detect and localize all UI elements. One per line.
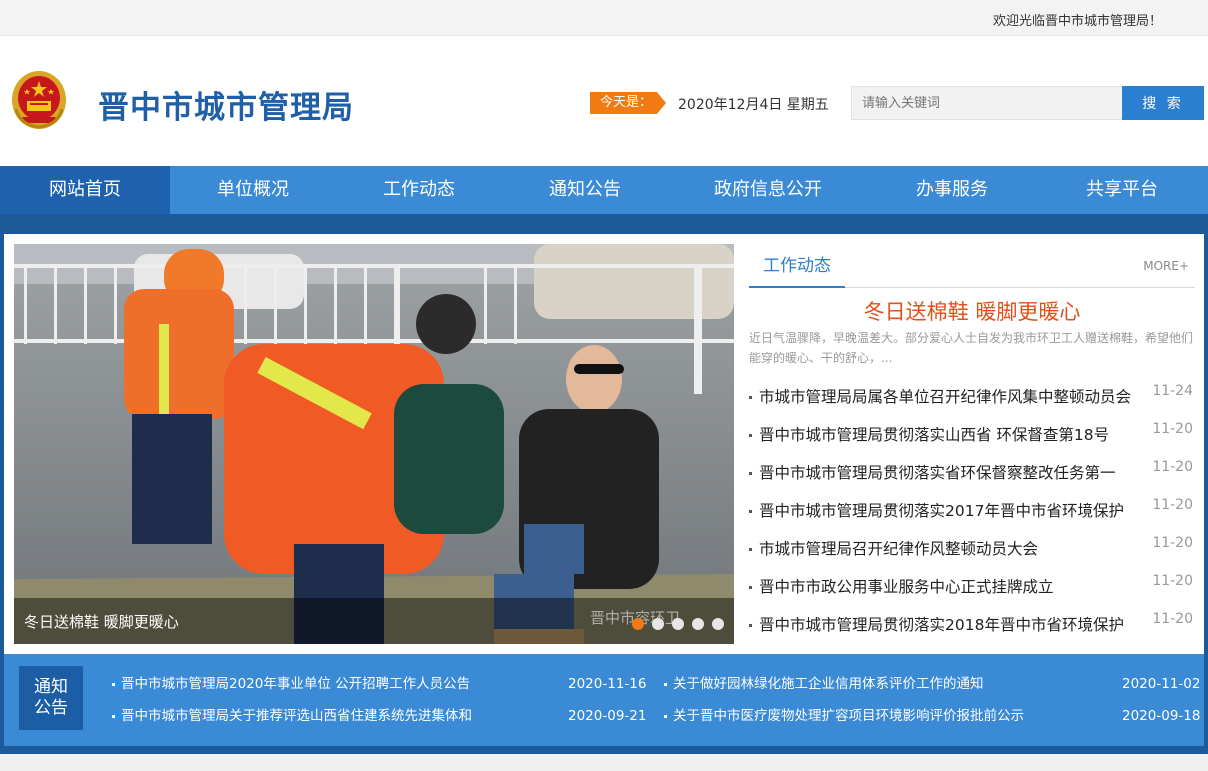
news-date: 11-20 (1152, 459, 1193, 475)
nav-item-overview[interactable]: 单位概况 (170, 166, 336, 214)
nav-band (0, 214, 1208, 234)
news-title[interactable]: 晋中市市政公用事业服务中心正式挂牌成立 (759, 568, 1054, 606)
nav-item-gov-info[interactable]: 政府信息公开 (668, 166, 868, 214)
current-date: 2020年12月4日 星期五 (678, 97, 829, 113)
welcome-text: 欢迎光临晋中市城市管理局！ (992, 14, 1162, 29)
notice-title[interactable]: 关于做好园林绿化施工企业信用体系评价工作的通知 (673, 672, 984, 696)
nav-item-shared-platform[interactable]: 共享平台 (1036, 166, 1208, 214)
notice-label-line1: 通知 (34, 677, 68, 697)
notice-title[interactable]: 晋中市城市管理局关于推荐评选山西省住建系统先进集体和 (121, 704, 472, 728)
search-input[interactable] (851, 86, 1123, 120)
notice-date: 2020-11-02 (1122, 676, 1201, 692)
slider-dot-2[interactable] (652, 618, 664, 630)
slider-dot-5[interactable] (712, 618, 724, 630)
notice-title[interactable]: 关于晋中市医疗废物处理扩容项目环境影响评价报批前公示 (673, 704, 1024, 728)
notice-bar: 通知 公告 晋中市城市管理局2020年事业单位 公开招聘工作人员公告 2020-… (4, 654, 1204, 746)
list-item[interactable]: 晋中市城市管理局贯彻落实山西省 环保督查第18号 11-20 (749, 416, 1195, 454)
notice-date: 2020-09-21 (568, 708, 647, 724)
slider-photo (14, 244, 734, 644)
top-bar: 欢迎光临晋中市城市管理局！ (0, 0, 1208, 36)
nav-item-home[interactable]: 网站首页 (0, 166, 170, 214)
news-title[interactable]: 晋中市城市管理局贯彻落实2017年晋中市省环境保护 (759, 492, 1124, 530)
site-title: 晋中市城市管理局 (98, 90, 354, 126)
today-badge: 今天是： (590, 92, 666, 114)
main-nav: 网站首页 单位概况 工作动态 通知公告 政府信息公开 办事服务 共享平台 (0, 166, 1208, 214)
list-item[interactable]: 晋中市市政公用事业服务中心正式挂牌成立 11-20 (749, 568, 1195, 606)
notice-item[interactable]: 晋中市城市管理局关于推荐评选山西省住建系统先进集体和 (112, 704, 472, 728)
notice-label-line2: 公告 (34, 698, 68, 718)
notice-item[interactable]: 关于做好园林绿化施工企业信用体系评价工作的通知 (664, 672, 984, 696)
notice-item[interactable]: 关于晋中市医疗废物处理扩容项目环境影响评价报批前公示 (664, 704, 1024, 728)
headline-summary: 近日气温骤降，早晚温差大。部分爱心人士自发为我市环卫工人赠送棉鞋，希望他们能穿的… (749, 331, 1194, 365)
notice-item[interactable]: 晋中市城市管理局2020年事业单位 公开招聘工作人员公告 (112, 672, 470, 696)
news-date: 11-20 (1152, 611, 1193, 627)
slider-dot-1[interactable] (632, 618, 644, 630)
news-title[interactable]: 晋中市城市管理局贯彻落实省环保督察整改任务第一 (759, 454, 1116, 492)
more-link[interactable]: MORE+ (1143, 259, 1189, 273)
photo-slider[interactable]: 晋中市容环卫 冬日送棉鞋 暖脚更暖心 (14, 244, 734, 644)
slider-caption[interactable]: 冬日送棉鞋 暖脚更暖心 (24, 611, 179, 632)
nav-item-work-news[interactable]: 工作动态 (336, 166, 502, 214)
news-list: 市城市管理局局属各单位召开纪律作风集中整顿动员会 11-24 晋中市城市管理局贯彻… (749, 378, 1195, 644)
news-date: 11-20 (1152, 421, 1193, 437)
notice-date: 2020-11-16 (568, 676, 647, 692)
notice-title[interactable]: 晋中市城市管理局2020年事业单位 公开招聘工作人员公告 (121, 672, 470, 696)
list-item[interactable]: 晋中市城市管理局贯彻落实2018年晋中市省环境保护 11-20 (749, 606, 1195, 644)
news-title[interactable]: 晋中市城市管理局贯彻落实山西省 环保督查第18号 (759, 416, 1109, 454)
headline-link[interactable]: 冬日送棉鞋 暖脚更暖心 (749, 296, 1195, 326)
list-item[interactable]: 晋中市城市管理局贯彻落实2017年晋中市省环境保护 11-20 (749, 492, 1195, 530)
nav-item-services[interactable]: 办事服务 (868, 166, 1036, 214)
news-date: 11-24 (1152, 383, 1193, 399)
tab-work-news[interactable]: 工作动态 (749, 248, 845, 288)
news-date: 11-20 (1152, 535, 1193, 551)
news-header: 工作动态 MORE+ (749, 248, 1195, 288)
news-date: 11-20 (1152, 573, 1193, 589)
news-title[interactable]: 市城市管理局局属各单位召开纪律作风集中整顿动员会 (759, 378, 1131, 416)
slider-dot-3[interactable] (672, 618, 684, 630)
site-header: 晋中市城市管理局 今天是： 2020年12月4日 星期五 搜 索 (0, 36, 1208, 166)
list-item[interactable]: 市城市管理局召开纪律作风整顿动员大会 11-20 (749, 530, 1195, 568)
list-item[interactable]: 晋中市城市管理局贯彻落实省环保督察整改任务第一 11-20 (749, 454, 1195, 492)
search-button[interactable]: 搜 索 (1122, 86, 1204, 120)
notice-date: 2020-09-18 (1122, 708, 1201, 724)
national-emblem-icon (10, 69, 68, 131)
work-news-panel: 工作动态 MORE+ 冬日送棉鞋 暖脚更暖心 近日气温骤降，早晚温差大。部分爱心… (749, 248, 1195, 648)
list-item[interactable]: 市城市管理局局属各单位召开纪律作风集中整顿动员会 11-24 (749, 378, 1195, 416)
news-date: 11-20 (1152, 497, 1193, 513)
notice-label[interactable]: 通知 公告 (19, 666, 83, 730)
news-title[interactable]: 市城市管理局召开纪律作风整顿动员大会 (759, 530, 1038, 568)
news-title[interactable]: 晋中市城市管理局贯彻落实2018年晋中市省环境保护 (759, 606, 1124, 644)
nav-item-notices[interactable]: 通知公告 (502, 166, 668, 214)
slider-dots (632, 618, 724, 630)
slider-dot-4[interactable] (692, 618, 704, 630)
